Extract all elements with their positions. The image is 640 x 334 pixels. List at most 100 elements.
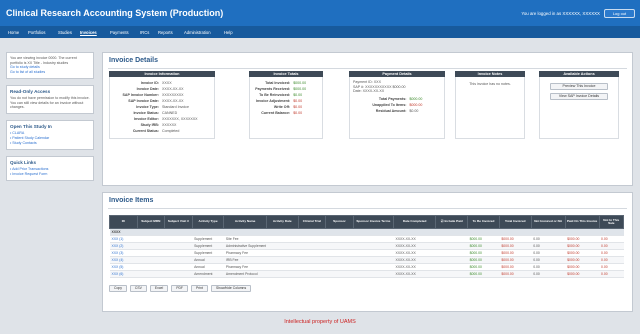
table-row: XXX (3) Supplement Pharmacy Fee XXXX-XX-…	[109, 249, 624, 257]
excel-button[interactable]: Excel	[149, 285, 169, 292]
cell: Annual	[192, 256, 224, 264]
cell: $000.00	[499, 270, 532, 278]
item-id-link[interactable]: XXX (6)	[109, 270, 138, 278]
column-header[interactable]: Subject Visit #	[164, 215, 193, 229]
cell	[325, 256, 354, 264]
show-hide-columns-button[interactable]: Show/hide Columns	[210, 285, 252, 292]
item-id-link[interactable]: XXX (5)	[109, 263, 138, 271]
invoice-info-body: Invoice ID: XXXX Invoice Date: XXXX-XX-XX …	[109, 77, 215, 139]
copy-button[interactable]: Copy	[109, 285, 127, 292]
cell: XXXX-XX-XX	[393, 263, 436, 271]
column-header[interactable]: Sponsor	[325, 215, 354, 229]
nav-item-reports[interactable]: Reports	[158, 30, 173, 35]
cell: 0.00	[531, 263, 566, 271]
payment-value: $000.00	[409, 96, 423, 101]
nav-item-help[interactable]: Help	[224, 30, 233, 35]
column-header[interactable]: ☑ Include Paid	[435, 215, 469, 229]
column-header[interactable]: Sponsor Invoice Terms	[352, 215, 394, 229]
invoice-request-form-link[interactable]: • Invoice Request Form	[10, 172, 90, 177]
sidebar-readonly-box: Read-Only Access You do not have permiss…	[6, 85, 94, 114]
cell	[353, 242, 394, 250]
nav-item-administration[interactable]: Administration	[184, 30, 211, 35]
cell	[298, 235, 326, 243]
column-header[interactable]: Activity Date	[265, 215, 299, 229]
invoice-info-card: Invoice Information Invoice ID: XXXX Invo…	[109, 71, 215, 139]
column-header[interactable]: Subject MRN	[136, 215, 166, 229]
invoice-items-table: ID Subject MRN Subject Visit # Activity …	[109, 215, 624, 278]
study-contacts-link[interactable]: • Study Contacts	[10, 141, 90, 146]
cell	[137, 242, 165, 250]
column-header[interactable]: Paid On This Invoice	[564, 215, 600, 229]
payment-value: $0.00	[409, 108, 419, 113]
nav-item-home[interactable]: Home	[8, 30, 19, 35]
all-studies-link[interactable]: Go to list of all studies	[10, 70, 90, 75]
footer-text: Intellectual property of UAMS	[284, 319, 356, 325]
cell	[137, 263, 165, 271]
table-header-row: ID Subject MRN Subject Visit # Activity …	[109, 215, 624, 229]
nav-item-payments[interactable]: Payments	[110, 30, 129, 35]
cell	[435, 242, 468, 250]
cell: IRB Fee	[223, 256, 267, 264]
column-header[interactable]: Activity Name	[223, 215, 267, 229]
column-header[interactable]: Total Invoiced	[498, 215, 532, 229]
cell	[325, 270, 354, 278]
sidebar-quick-links-box: Quick Links • Add Prior Transactions • I…	[6, 155, 94, 181]
open-study-title: Open This Study In	[10, 123, 52, 129]
print-button[interactable]: Print	[191, 285, 208, 292]
sidebar: You are viewing invoice 0000. The curren…	[6, 52, 94, 187]
item-id-link[interactable]: XXX (3)	[109, 249, 138, 257]
view-sap-details-button[interactable]: View SAP Invoice Details	[550, 93, 608, 100]
cell: $000.00	[499, 235, 532, 243]
nav-item-studies[interactable]: Studies	[58, 30, 72, 35]
cell: $000.00	[499, 256, 532, 264]
invoice-items-panel: Invoice Items ID Subject MRN Subject Vis…	[102, 192, 633, 312]
column-header[interactable]: Not Invoiced or NA	[530, 215, 566, 229]
cell: $000.00	[499, 263, 532, 271]
cell	[353, 249, 394, 257]
column-header[interactable]: Date Completed	[392, 215, 437, 229]
cell: 0.00	[531, 249, 566, 257]
pdf-button[interactable]: PDF	[171, 285, 188, 292]
nav-item-invoices[interactable]: Invoices	[80, 30, 97, 35]
cell	[266, 263, 299, 271]
cell: Pharmacy Fee	[223, 249, 267, 257]
csv-button[interactable]: CSV	[129, 285, 147, 292]
info-label: Invoice Editor:	[134, 117, 159, 121]
invoice-request-form-label: Invoice Request Form	[12, 171, 48, 176]
cell: Annual	[192, 263, 224, 271]
cell: 0.00	[599, 270, 624, 278]
cell	[164, 249, 193, 257]
preview-invoice-button[interactable]: Preview This Invoice	[550, 83, 608, 90]
app-header: Clinical Research Accounting System (Pro…	[0, 0, 640, 26]
cell	[435, 256, 468, 264]
payment-details-card: Payment Details Payment ID: XXX SAP #: X…	[349, 71, 445, 139]
cell	[266, 235, 299, 243]
column-header[interactable]: To Be Invoiced	[467, 215, 500, 229]
totals-value: $0.00	[293, 93, 303, 97]
nav-item-ircs[interactable]: IRCs	[140, 30, 149, 35]
clara-link-label: CLARA	[12, 130, 25, 135]
nav-item-portfolios[interactable]: Portfolios	[28, 30, 45, 35]
cell: Supplement	[192, 242, 224, 250]
payment-label: Residual Amount:	[375, 108, 407, 113]
cell	[164, 256, 193, 264]
item-id-link[interactable]: XXX (2)	[109, 242, 138, 250]
cell: $000.00	[565, 242, 599, 250]
column-header[interactable]: Not In This Sale	[598, 215, 624, 229]
logout-button[interactable]: Log out	[604, 9, 635, 18]
column-header[interactable]: Clinical Trial	[297, 215, 327, 229]
totals-value: $0.00	[293, 99, 303, 103]
cell: 0.00	[599, 235, 624, 243]
cell	[298, 270, 326, 278]
table-row: XXX (5) Annual Pharmacy Fee XXXX-XX-XX $…	[109, 263, 624, 271]
column-header[interactable]: Activity Type	[191, 215, 225, 229]
readonly-text: You do not have permission to modify thi…	[10, 96, 90, 109]
item-id-link[interactable]: XXX (1)	[109, 235, 138, 243]
info-label: SAP Invoice Date:	[128, 99, 159, 103]
totals-label: Total Invoiced:	[265, 81, 291, 85]
sidebar-context-box: You are viewing invoice 0000. The curren…	[6, 52, 94, 79]
item-id-link[interactable]: XXX (4)	[109, 256, 138, 264]
cell	[353, 263, 394, 271]
column-header[interactable]: ID	[109, 215, 138, 229]
payment-details-body: Payment ID: XXX SAP #: XXXXXXXXXXX $000.…	[349, 77, 445, 139]
